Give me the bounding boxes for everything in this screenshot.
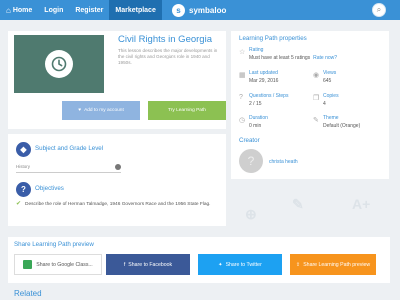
- learning-path-thumbnail: [14, 35, 104, 93]
- learning-path-description: This lesson describes the major developm…: [118, 48, 218, 65]
- share-facebook-button[interactable]: f Share to Facebook: [106, 254, 190, 275]
- brand-logo[interactable]: s symbaloo: [172, 3, 226, 17]
- duration-value: 0 min: [249, 123, 262, 129]
- share-twitter-label: Share to Twitter: [225, 261, 262, 268]
- subject-label: Subject and Grade Level: [35, 145, 104, 152]
- twitter-icon: ✦: [218, 261, 223, 268]
- copies-value: 4: [323, 101, 326, 107]
- add-to-account-label: Add to my account: [84, 108, 124, 113]
- properties-title: Learning Path properties: [239, 35, 307, 42]
- nav-login[interactable]: Login: [38, 0, 69, 20]
- learning-path-card: Civil Rights in Georgia This lesson desc…: [8, 31, 226, 129]
- subject-objectives-card: ◆ Subject and Grade Level History ? Obje…: [8, 134, 226, 226]
- symbaloo-logo-icon: s: [172, 3, 185, 17]
- home-icon: ⌂: [6, 5, 11, 15]
- share-learning-path-label: Share Learning Path preview: [303, 261, 371, 268]
- share-card: Share Learning Path preview Share to Goo…: [8, 237, 390, 283]
- objectives-label: Objectives: [35, 185, 64, 192]
- share-learning-path-button[interactable]: ⇪ Share Learning Path preview: [290, 254, 376, 275]
- share-google-label: Share to Google Class...: [36, 261, 93, 268]
- views-label: Views: [323, 70, 337, 76]
- objective-text: Describe the role of Herman Talmadge, 19…: [25, 202, 211, 207]
- subject-field: History: [16, 164, 121, 173]
- avatar[interactable]: ?: [239, 149, 263, 173]
- google-classroom-icon: [23, 260, 33, 269]
- search-button[interactable]: ⌕: [372, 3, 386, 17]
- star-icon: ☆: [239, 49, 246, 56]
- properties-card: Learning Path properties ☆ Rating Must h…: [231, 31, 389, 179]
- share-facebook-label: Share to Facebook: [128, 261, 173, 268]
- questions-label: Questions / Steps: [249, 93, 289, 99]
- question-icon: ?: [16, 182, 31, 197]
- rate-now-link[interactable]: Rate now?: [313, 55, 337, 61]
- background-decoration: A+: [352, 196, 371, 212]
- rating-value: Must have at least 5 ratings Rate now?: [249, 55, 337, 61]
- questions-value: 2 / 15: [249, 101, 262, 107]
- creator-name-link[interactable]: christa heath: [269, 159, 298, 165]
- rating-label: Rating: [249, 47, 264, 53]
- duration-label: Duration: [249, 115, 268, 121]
- clock-icon: [45, 50, 73, 78]
- creator-title: Creator: [239, 137, 260, 144]
- background-decoration: ⊕: [245, 206, 257, 222]
- page-title: Civil Rights in Georgia: [118, 34, 212, 45]
- search-icon: ⌕: [376, 5, 382, 14]
- copies-label: Copies: [323, 93, 339, 99]
- nav-home[interactable]: ⌂ Home: [0, 0, 38, 20]
- copy-icon: ❐: [313, 95, 320, 102]
- brand-name: symbaloo: [189, 5, 227, 15]
- heart-icon: ♥: [78, 108, 82, 113]
- facebook-icon: f: [123, 261, 126, 268]
- nav-marketplace[interactable]: Marketplace: [109, 0, 162, 20]
- tag-icon: ◆: [16, 142, 31, 157]
- nav-home-label: Home: [12, 6, 33, 14]
- check-icon: ✔: [16, 201, 22, 207]
- palette-icon: ✎: [313, 117, 319, 124]
- background-decoration: ✎: [292, 196, 304, 212]
- share-icon: ⇪: [295, 261, 301, 268]
- add-to-account-button[interactable]: ♥ Add to my account: [62, 101, 140, 120]
- related-heading: Related: [14, 289, 42, 298]
- calendar-icon: ▦: [239, 72, 246, 79]
- question-circle-icon: ?: [239, 94, 243, 101]
- theme-label: Theme: [323, 115, 339, 121]
- rating-text: Must have at least 5 ratings: [249, 55, 311, 61]
- try-learning-path-button[interactable]: Try Learning Path: [148, 101, 226, 120]
- share-google-classroom-button[interactable]: Share to Google Class...: [14, 254, 102, 275]
- clock-small-icon: ◷: [239, 117, 246, 124]
- nav-register[interactable]: Register: [69, 0, 109, 20]
- last-updated-label: Last updated: [249, 70, 278, 76]
- eye-icon: ◉: [313, 72, 320, 79]
- views-value: 645: [323, 78, 332, 84]
- info-icon[interactable]: [115, 164, 121, 170]
- theme-value: Default (Orange): [323, 123, 361, 129]
- share-title: Share Learning Path preview: [14, 241, 94, 248]
- list-item: ✔ Describe the role of Herman Talmadge, …: [16, 201, 225, 208]
- share-twitter-button[interactable]: ✦ Share to Twitter: [198, 254, 282, 275]
- last-updated-value: Mar 29, 2016: [249, 78, 279, 84]
- subject-value: History: [16, 164, 31, 169]
